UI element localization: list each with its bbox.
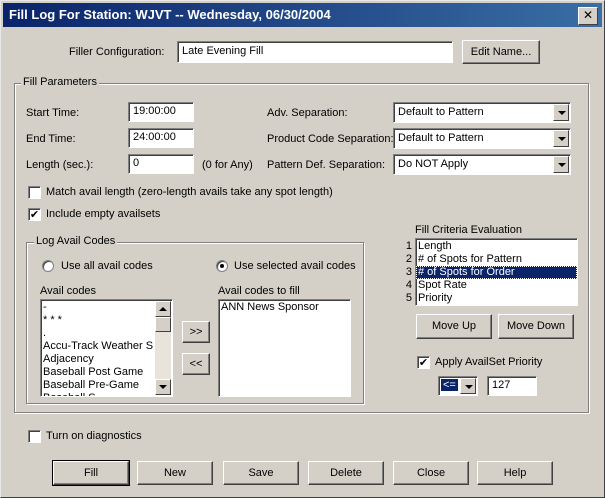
filler-config-value: Late Evening Fill	[182, 45, 264, 57]
edit-name-button[interactable]: Edit Name...	[462, 40, 540, 64]
criteria-item[interactable]: # of Spots for Pattern	[416, 253, 577, 266]
delete-button[interactable]: Delete	[308, 461, 384, 485]
new-label: New	[163, 467, 186, 479]
log-avail-codes-label: Log Avail Codes	[34, 235, 118, 247]
move-up-label: Move Up	[431, 320, 477, 332]
close-icon: ✕	[582, 8, 594, 22]
length-input[interactable]: 0	[128, 154, 194, 174]
criteria-number: 4	[405, 279, 412, 291]
pattern-def-separation-value: Do NOT Apply	[398, 158, 469, 170]
chevron-down-icon[interactable]	[553, 104, 569, 121]
end-time-input[interactable]: 24:00:00	[128, 128, 194, 148]
close-window-button[interactable]: ✕	[578, 7, 598, 25]
priority-value-input[interactable]: 127	[487, 376, 537, 396]
avail-code-item[interactable]: Adjacency	[41, 353, 154, 366]
avail-codes-to-fill-list[interactable]: ANN News Sponsor	[218, 299, 351, 397]
scroll-thumb[interactable]	[155, 317, 171, 332]
apply-availset-priority-label: Apply AvailSet Priority	[435, 356, 543, 368]
fill-label: Fill	[83, 467, 99, 479]
criteria-item[interactable]: Priority	[416, 292, 577, 305]
match-avail-checkbox[interactable]	[28, 186, 41, 199]
use-all-avail-codes-label: Use all avail codes	[61, 260, 153, 272]
avail-code-item[interactable]: .	[41, 327, 154, 340]
priority-operator-value: <=	[441, 379, 458, 391]
filler-config-label: Filler Configuration:	[69, 46, 165, 58]
avail-codes-to-fill-label: Avail codes to fill	[218, 285, 300, 297]
criteria-item[interactable]: Spot Rate	[416, 279, 577, 292]
move-down-button[interactable]: Move Down	[498, 314, 574, 339]
avail-code-item[interactable]: Baseball S...	[41, 392, 154, 396]
product-code-separation-label: Product Code Separation:	[267, 133, 394, 145]
length-label: Length (sec.):	[26, 159, 94, 171]
add-avail-code-button[interactable]: >>	[182, 321, 210, 343]
avail-code-item[interactable]: -	[41, 301, 154, 314]
save-label: Save	[248, 467, 274, 479]
apply-availset-priority-checkbox[interactable]: ✔	[417, 356, 430, 369]
edit-name-label: Edit Name...	[470, 46, 532, 58]
avail-codes-label: Avail codes	[40, 285, 97, 297]
include-empty-checkbox[interactable]: ✔	[28, 208, 41, 221]
chevron-down-icon[interactable]	[553, 130, 569, 147]
filler-config-select[interactable]: Late Evening Fill	[177, 41, 453, 63]
use-selected-avail-codes-radio[interactable]	[216, 260, 228, 272]
help-label: Help	[503, 467, 527, 479]
use-selected-avail-codes-label: Use selected avail codes	[234, 260, 356, 272]
window-title: Fill Log For Station: WJVT -- Wednesday,…	[9, 7, 331, 22]
move-down-label: Move Down	[506, 320, 566, 332]
fill-code-item[interactable]: ANN News Sponsor	[219, 301, 350, 314]
close-button[interactable]: Close	[393, 461, 469, 485]
criteria-number: 5	[405, 292, 412, 304]
product-code-separation-select[interactable]: Default to Pattern	[393, 128, 571, 149]
fill-criteria-label: Fill Criteria Evaluation	[415, 224, 522, 236]
chevron-down-icon[interactable]	[460, 378, 476, 394]
remove-avail-code-button[interactable]: <<	[182, 353, 210, 375]
pattern-def-separation-select[interactable]: Do NOT Apply	[393, 154, 571, 175]
adv-separation-label: Adv. Separation:	[267, 107, 348, 119]
avail-code-item[interactable]: Accu-Track Weather S	[41, 340, 154, 353]
diagnostics-label: Turn on diagnostics	[46, 430, 142, 442]
diagnostics-checkbox[interactable]	[28, 430, 41, 443]
scroll-down-icon[interactable]	[155, 379, 171, 395]
priority-operator-select[interactable]: <=	[438, 376, 478, 396]
fill-criteria-list[interactable]: Length # of Spots for Pattern # of Spots f…	[415, 238, 578, 306]
move-up-button[interactable]: Move Up	[416, 314, 492, 339]
use-all-avail-codes-radio[interactable]	[42, 260, 54, 272]
title-bar: Fill Log For Station: WJVT -- Wednesday,…	[3, 3, 602, 27]
start-time-label: Start Time:	[26, 107, 80, 119]
add-avail-code-label: >>	[189, 326, 203, 338]
help-button[interactable]: Help	[477, 461, 553, 485]
fill-log-window: Fill Log For Station: WJVT -- Wednesday,…	[0, 0, 605, 498]
save-button[interactable]: Save	[223, 461, 299, 485]
match-avail-label: Match avail length (zero-length avails t…	[46, 186, 333, 198]
avail-codes-list[interactable]: - * * *. Accu-Track Weather S Adjacency Base…	[40, 299, 173, 397]
avail-codes-scrollbar[interactable]	[155, 301, 171, 395]
close-label: Close	[416, 467, 446, 479]
length-hint: (0 for Any)	[202, 159, 253, 171]
criteria-item[interactable]: # of Spots for Order	[416, 266, 577, 279]
avail-code-item[interactable]: Baseball Pre-Game	[41, 379, 154, 392]
end-time-label: End Time:	[26, 133, 76, 145]
new-button[interactable]: New	[137, 461, 213, 485]
pattern-def-separation-label: Pattern Def. Separation:	[267, 159, 386, 171]
avail-code-item[interactable]: * * *	[41, 314, 154, 327]
include-empty-label: Include empty availsets	[46, 208, 161, 220]
product-code-separation-value: Default to Pattern	[398, 132, 484, 144]
chevron-down-icon[interactable]	[553, 156, 569, 173]
remove-avail-code-label: <<	[189, 358, 203, 370]
adv-separation-select[interactable]: Default to Pattern	[393, 102, 571, 123]
fill-button[interactable]: Fill	[52, 460, 130, 486]
scroll-up-icon[interactable]	[155, 301, 171, 317]
adv-separation-value: Default to Pattern	[398, 106, 484, 118]
avail-code-item[interactable]: Baseball Post Game	[41, 366, 154, 379]
delete-label: Delete	[330, 467, 362, 479]
start-time-input[interactable]: 19:00:00	[128, 102, 194, 122]
fill-parameters-label: Fill Parameters	[21, 76, 99, 88]
criteria-number: 3	[405, 266, 412, 278]
criteria-number: 2	[405, 253, 412, 265]
criteria-item[interactable]: Length	[416, 240, 577, 253]
criteria-number: 1	[405, 240, 412, 252]
